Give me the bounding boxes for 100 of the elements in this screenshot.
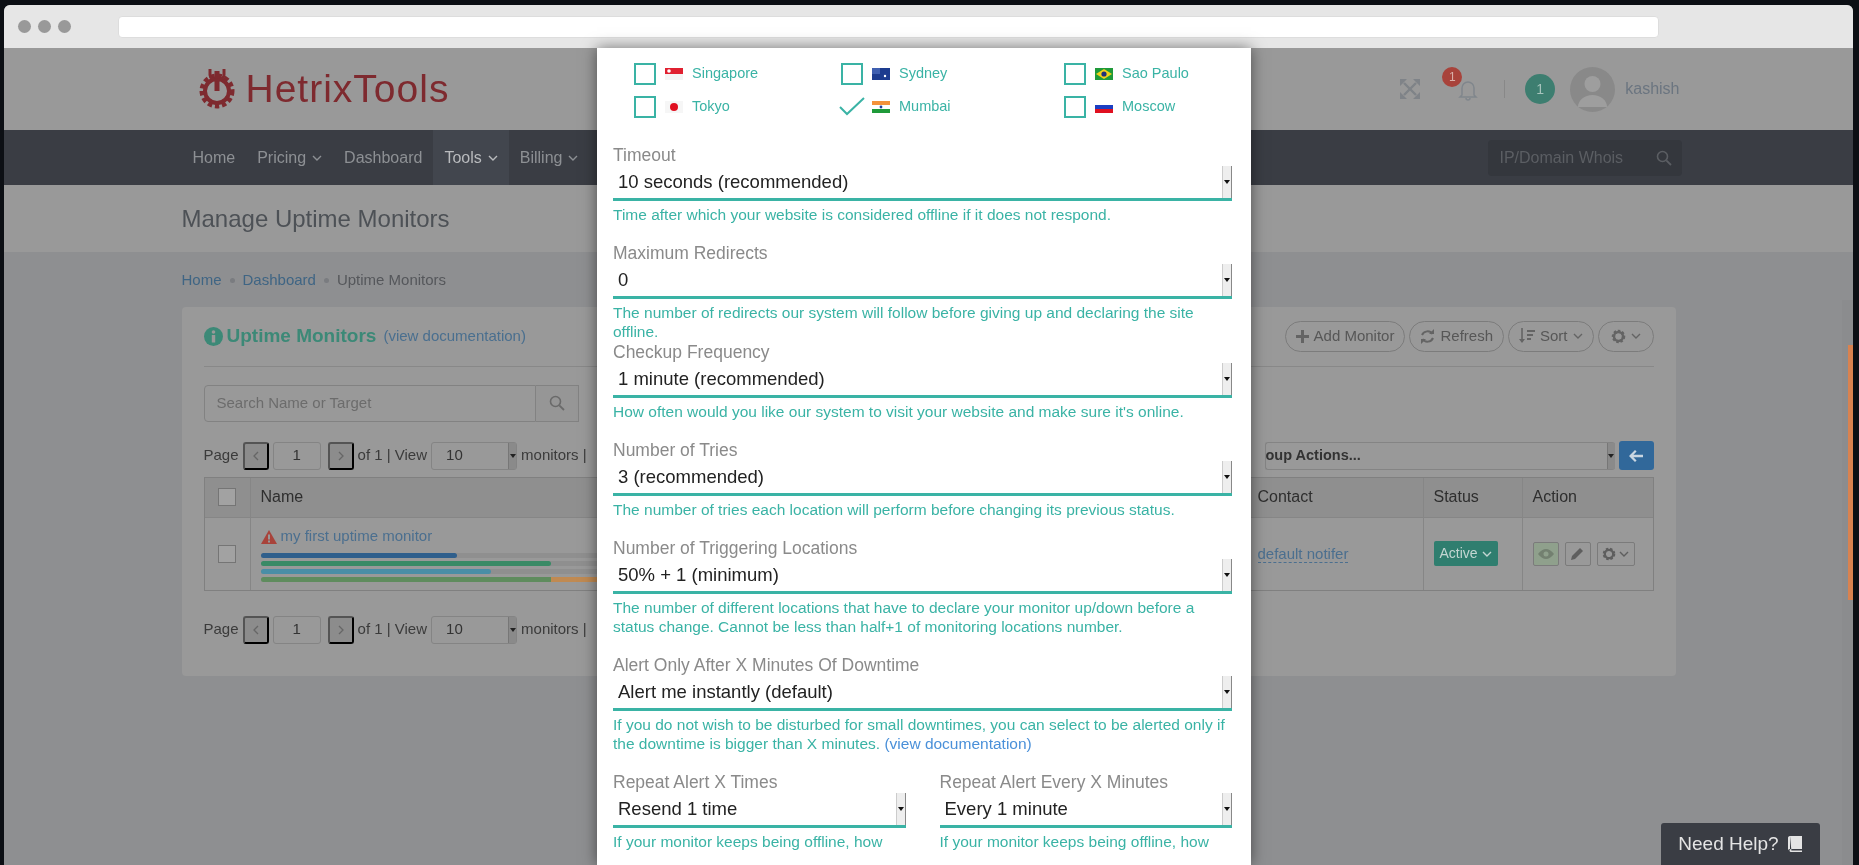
chevron-right-icon (337, 450, 344, 461)
page-number-field[interactable]: 1 (272, 615, 321, 644)
column-header: Action (1532, 487, 1577, 507)
select-field[interactable]: 50% + 1 (minimum) (613, 559, 1232, 594)
dropdown-arrow-icon (897, 807, 904, 811)
logo-text[interactable]: HetrixTools (245, 59, 450, 119)
documentation-link[interactable]: (view documentation) (884, 735, 1032, 752)
field-label: Number of Tries (613, 439, 739, 461)
help-text: If your monitor keeps being offline, how (939, 832, 1210, 851)
chevron-left-icon (252, 450, 259, 461)
next-page-button[interactable] (327, 441, 354, 470)
help-text: The number of different locations that have to declare your monitor up/down before a status change. Cannot be less than half+1 of monitoring locations number. (613, 598, 1196, 636)
flag-icon (1095, 68, 1113, 80)
monitor-name-link[interactable]: my first uptime monitor (280, 525, 433, 548)
search-icon (1655, 149, 1672, 166)
nav-item[interactable]: Pricing (246, 130, 334, 185)
contact-link[interactable]: default notifer (1257, 544, 1349, 563)
help-text: If your monitor keeps being offline, how (613, 832, 884, 851)
window-control-dot[interactable] (38, 20, 51, 33)
pagination-text: of 1 | View (357, 445, 428, 466)
field-label: Maximum Redirects (613, 242, 769, 264)
pagination-text: of 1 | View (357, 619, 428, 640)
field-label: Number of Triggering Locations (613, 537, 859, 559)
checkbox[interactable] (218, 544, 236, 563)
arrow-left-icon (1629, 449, 1643, 462)
message-count-bubble[interactable]: 1 (1525, 74, 1556, 104)
caret-icon (1572, 333, 1583, 339)
location-label[interactable]: Singapore (692, 63, 759, 85)
book-icon (1786, 836, 1803, 852)
checkbox[interactable] (841, 96, 863, 118)
checkbox[interactable] (1064, 96, 1086, 118)
location-label[interactable]: Sydney (899, 63, 948, 85)
field-label: Repeat Alert X Times (613, 771, 779, 793)
breadcrumb-link[interactable]: Home (181, 269, 222, 292)
nav-item[interactable]: Billing (508, 130, 590, 185)
field-label: Alert Only After X Minutes Of Downtime (613, 654, 921, 676)
expand-icon[interactable] (1400, 79, 1421, 99)
toolbar-button[interactable]: Sort (1508, 320, 1594, 352)
settings-button[interactable] (1596, 541, 1635, 566)
location-label[interactable]: Moscow (1122, 96, 1176, 118)
checkbox[interactable] (634, 96, 656, 118)
window-control-dot[interactable] (18, 20, 31, 33)
bell-icon[interactable] (1458, 78, 1479, 101)
page-number-field[interactable]: 1 (272, 441, 321, 470)
select-field[interactable]: 1 minute (recommended) (613, 363, 1232, 398)
chevron-left-icon (252, 624, 259, 635)
select-field[interactable]: Every 1 minute (939, 793, 1232, 828)
location-label[interactable]: Mumbai (899, 96, 951, 118)
status-dropdown[interactable]: Active (1433, 541, 1498, 566)
group-actions-select[interactable]: oup Actions... (1264, 441, 1615, 470)
breadcrumb-current: Uptime Monitors (336, 270, 447, 290)
next-page-button[interactable] (327, 615, 354, 644)
search-icon (548, 395, 565, 411)
previous-page-button[interactable] (242, 615, 269, 644)
location-label[interactable]: Sao Paulo (1122, 63, 1189, 85)
caret-icon (1481, 550, 1492, 557)
checkbox[interactable] (841, 63, 863, 85)
scrollbar-thumb[interactable] (1848, 345, 1853, 600)
dropdown-arrow-icon (509, 453, 516, 458)
dropdown-arrow-icon (1224, 377, 1230, 381)
checkbox[interactable] (1064, 63, 1086, 85)
caret-icon (568, 154, 579, 161)
checkbox[interactable] (634, 63, 656, 85)
caret-icon (1619, 550, 1629, 557)
help-button[interactable]: Need Help? (1661, 823, 1820, 865)
window-control-dot[interactable] (58, 20, 71, 33)
edit-button[interactable] (1564, 541, 1591, 566)
sort-icon (1519, 328, 1535, 344)
field-label: Timeout (613, 144, 677, 166)
per-page-select[interactable]: 10 (431, 441, 518, 470)
breadcrumb-link[interactable]: Dashboard (242, 269, 316, 292)
nav-item[interactable]: Tools (433, 130, 509, 185)
refresh-icon (1420, 328, 1436, 344)
toolbar-button[interactable]: Add Monitor (1284, 320, 1406, 352)
per-page-select[interactable]: 10 (431, 615, 518, 644)
address-bar[interactable] (118, 15, 1659, 38)
nav-item[interactable]: Dashboard (333, 130, 434, 185)
view-button[interactable] (1532, 541, 1559, 566)
search-button[interactable] (535, 384, 579, 422)
select-field[interactable]: 3 (recommended) (613, 461, 1232, 496)
settings-button[interactable] (1597, 320, 1654, 352)
info-icon (203, 326, 223, 346)
plus-icon (1295, 329, 1309, 343)
select-field[interactable]: Resend 1 time (613, 793, 906, 828)
select-field[interactable]: Alert me instantly (default) (613, 676, 1232, 711)
dropdown-arrow-icon (1224, 278, 1230, 282)
documentation-link[interactable]: (view documentation) (383, 324, 526, 348)
previous-page-button[interactable] (242, 441, 269, 470)
caret-icon (1630, 333, 1641, 339)
location-label[interactable]: Tokyo (692, 96, 730, 118)
nav-item[interactable]: Home (181, 130, 247, 185)
toolbar-button[interactable]: Refresh (1409, 320, 1504, 352)
caret-icon (487, 154, 498, 161)
pagination-text: monitors | (521, 619, 587, 640)
select-field[interactable]: 10 seconds (recommended) (613, 166, 1232, 201)
page-label: Page (203, 445, 239, 466)
apply-button[interactable] (1618, 441, 1654, 470)
checkbox[interactable] (218, 488, 236, 506)
field-label: Checkup Frequency (613, 341, 771, 363)
select-field[interactable]: 0 (613, 264, 1232, 299)
